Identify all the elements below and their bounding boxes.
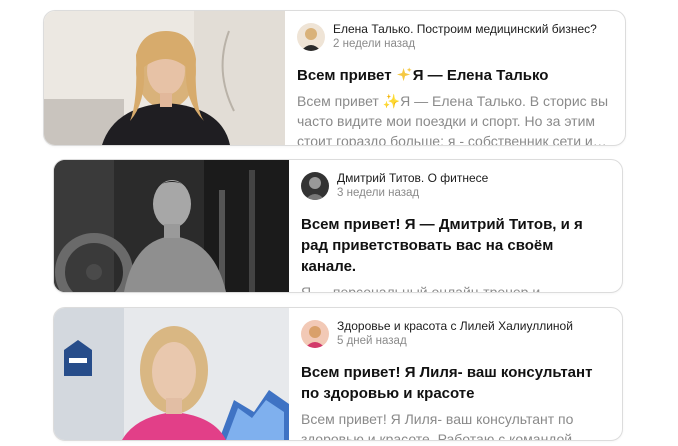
post-excerpt: Всем привет! Я Лиля- ваш консультант по … <box>301 411 587 441</box>
post-card-3[interactable]: Здоровье и красота с Лилей Халиуллиной 5… <box>53 307 623 441</box>
post-time: 2 недели назад <box>333 38 416 50</box>
post-title-suffix: Я — Елена Талько <box>412 67 549 84</box>
post-thumbnail[interactable] <box>44 11 285 145</box>
post-title-prefix: Всем привет <box>297 67 392 84</box>
post-card-1[interactable]: Елена Талько. Построим медицинский бизне… <box>43 10 626 146</box>
channel-name[interactable]: Здоровье и красота с Лилей Халиуллиной <box>337 319 573 334</box>
channel-avatar[interactable] <box>301 320 329 348</box>
post-meta: Дмитрий Титов. О фитнесе 3 недели назад <box>301 170 610 202</box>
post-thumbnail[interactable] <box>54 308 289 440</box>
post-time: 3 недели назад <box>337 187 420 199</box>
post-time: 5 дней назад <box>337 335 407 347</box>
post-title[interactable]: Всем привет! Я Лиля- ваш консультант по … <box>301 362 610 404</box>
sparkles-icon <box>396 67 412 82</box>
post-thumbnail[interactable] <box>54 160 289 292</box>
post-meta: Здоровье и красота с Лилей Халиуллиной 5… <box>301 318 610 350</box>
post-excerpt: Я — персональный онлайн-тренер и нутрици… <box>301 284 541 293</box>
post-card-2[interactable]: Дмитрий Титов. О фитнесе 3 недели назад … <box>53 159 623 293</box>
post-excerpt: Всем привет ✨Я — Елена Талько. В сторис … <box>297 93 609 146</box>
post-title[interactable]: Всем привет! Я — Дмитрий Титов, и я рад … <box>301 214 610 277</box>
channel-name[interactable]: Дмитрий Титов. О фитнесе <box>337 171 488 186</box>
channel-avatar[interactable] <box>301 172 329 200</box>
channel-avatar[interactable] <box>297 23 325 51</box>
post-meta: Елена Талько. Построим медицинский бизне… <box>297 21 613 53</box>
post-title[interactable]: Всем привет Я — Елена Талько <box>297 65 613 86</box>
channel-name[interactable]: Елена Талько. Построим медицинский бизне… <box>333 22 597 37</box>
